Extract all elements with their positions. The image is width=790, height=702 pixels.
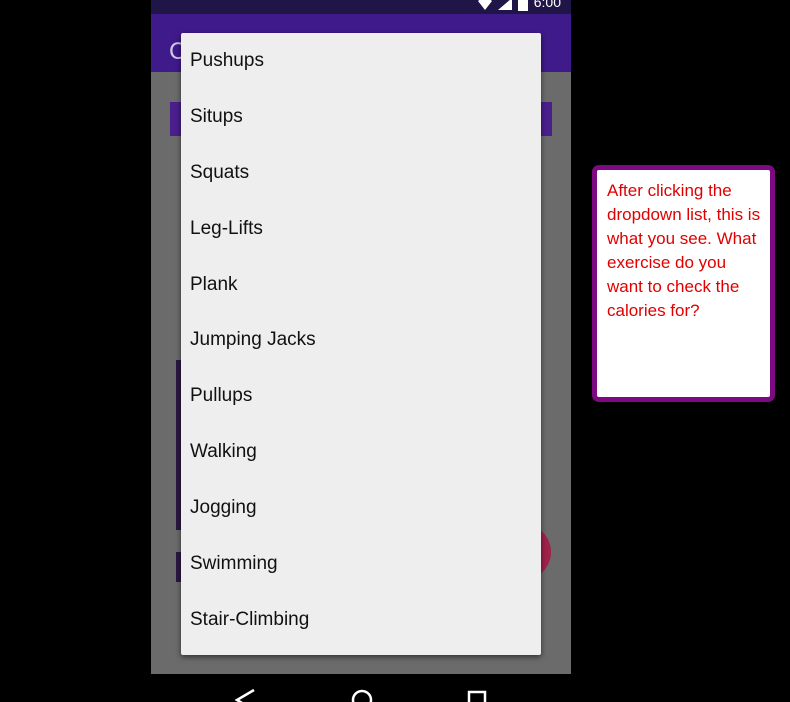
exercise-dropdown-list[interactable]: Pushups Situps Squats Leg-Lifts Plank Ju… bbox=[181, 33, 541, 655]
recents-icon[interactable] bbox=[467, 688, 487, 702]
back-icon[interactable] bbox=[234, 688, 256, 702]
dropdown-item-walking[interactable]: Walking bbox=[181, 424, 541, 480]
dropdown-item-pullups[interactable]: Pullups bbox=[181, 368, 541, 424]
navigation-bar bbox=[151, 674, 571, 702]
dropdown-item-pushups[interactable]: Pushups bbox=[181, 33, 541, 89]
cell-signal-icon bbox=[497, 0, 512, 10]
dropdown-item-stair-climbing[interactable]: Stair-Climbing bbox=[181, 592, 541, 648]
status-bar: 6:00 bbox=[151, 0, 571, 14]
screen: 6:00 C Pushups Situps Squats Leg-Lifts P… bbox=[0, 0, 790, 702]
home-icon[interactable] bbox=[350, 688, 374, 702]
annotation-callout: After clicking the dropdown list, this i… bbox=[592, 165, 775, 402]
battery-icon bbox=[517, 0, 528, 11]
dropdown-item-leg-lifts[interactable]: Leg-Lifts bbox=[181, 201, 541, 257]
phone-screen: 6:00 C Pushups Situps Squats Leg-Lifts P… bbox=[151, 0, 571, 702]
dropdown-item-squats[interactable]: Squats bbox=[181, 145, 541, 201]
dropdown-item-swimming[interactable]: Swimming bbox=[181, 536, 541, 592]
dropdown-item-plank[interactable]: Plank bbox=[181, 257, 541, 313]
status-time: 6:00 bbox=[533, 0, 561, 10]
callout-text: After clicking the dropdown list, this i… bbox=[607, 181, 761, 320]
dropdown-item-jogging[interactable]: Jogging bbox=[181, 480, 541, 536]
dropdown-item-jumping-jacks[interactable]: Jumping Jacks bbox=[181, 312, 541, 368]
wifi-icon bbox=[477, 0, 492, 10]
status-icons: 6:00 bbox=[477, 0, 561, 11]
dropdown-item-situps[interactable]: Situps bbox=[181, 89, 541, 145]
